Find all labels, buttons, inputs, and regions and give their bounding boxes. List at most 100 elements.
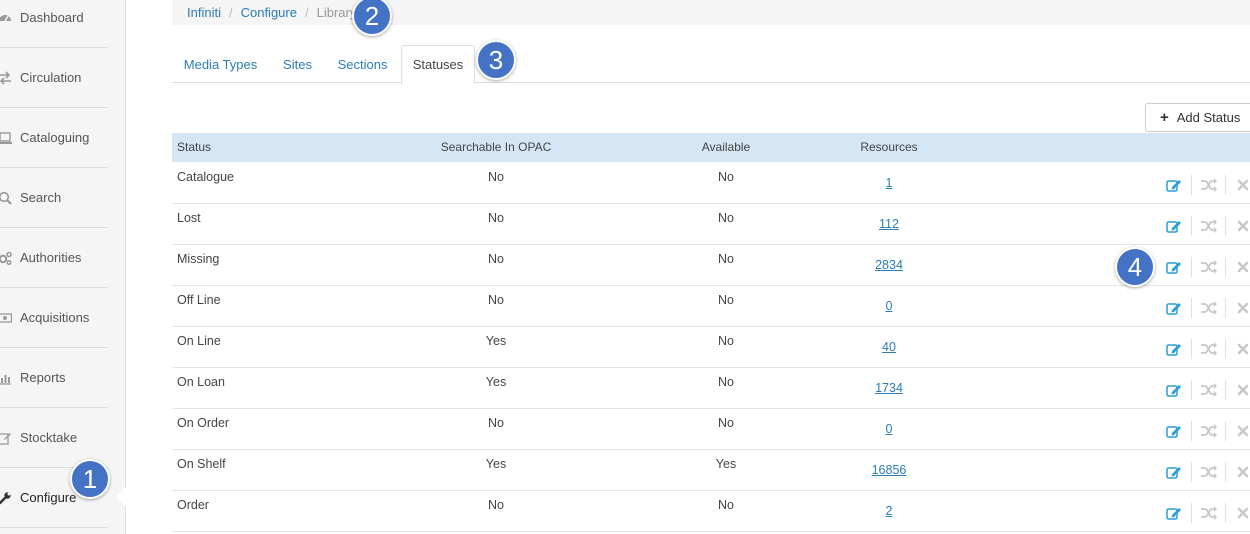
sidebar-item-acquisitions[interactable]: Acquisitions <box>0 288 108 348</box>
delete-icon[interactable] <box>1225 462 1250 482</box>
status-cell: On Shelf <box>177 457 226 471</box>
tab-sites[interactable]: Sites <box>269 45 326 83</box>
add-status-label: Add Status <box>1176 110 1241 125</box>
table-row: Catalogue No No 1 <box>172 163 1250 204</box>
exchange-icon <box>0 70 13 86</box>
edit-icon[interactable] <box>1157 216 1191 236</box>
resources-link[interactable]: 2834 <box>859 258 919 272</box>
edit-icon[interactable] <box>1157 503 1191 523</box>
edit-icon[interactable] <box>1157 298 1191 318</box>
row-actions <box>1157 257 1250 277</box>
edit-icon <box>0 430 13 446</box>
edit-icon[interactable] <box>1157 175 1191 195</box>
shuffle-icon[interactable] <box>1191 216 1225 236</box>
shuffle-icon[interactable] <box>1191 421 1225 441</box>
row-actions <box>1157 298 1250 318</box>
searchable-cell: No <box>488 211 504 225</box>
shuffle-icon[interactable] <box>1191 462 1225 482</box>
available-cell: No <box>718 375 734 389</box>
status-cell: Catalogue <box>177 170 234 184</box>
delete-icon[interactable] <box>1225 175 1250 195</box>
delete-icon[interactable] <box>1225 257 1250 277</box>
row-actions <box>1157 421 1250 441</box>
delete-icon[interactable] <box>1225 380 1250 400</box>
delete-icon[interactable] <box>1225 216 1250 236</box>
breadcrumb-separator: / <box>228 5 233 20</box>
callout-badge-3: 3 <box>476 40 516 80</box>
tab-media-types[interactable]: Media Types <box>172 45 269 83</box>
sidebar-item-reports[interactable]: Reports <box>0 348 108 408</box>
shuffle-icon[interactable] <box>1191 257 1225 277</box>
status-cell: On Order <box>177 416 230 430</box>
searchable-cell: No <box>488 170 504 184</box>
resources-link[interactable]: 0 <box>859 299 919 313</box>
resources-link[interactable]: 1734 <box>859 381 919 395</box>
sidebar-item-search[interactable]: Search <box>0 168 108 228</box>
wrench-icon <box>0 490 13 506</box>
bar-chart-icon <box>0 370 13 386</box>
searchable-cell: No <box>488 498 504 512</box>
table-row: On Shelf Yes Yes 16856 <box>172 450 1250 491</box>
status-cell: Missing <box>177 252 220 266</box>
row-actions <box>1157 380 1250 400</box>
breadcrumb-link-infiniti[interactable]: Infiniti <box>187 5 221 20</box>
shuffle-icon[interactable] <box>1191 175 1225 195</box>
plus-icon: + <box>1160 109 1169 126</box>
callout-badge-2: 2 <box>352 0 392 36</box>
status-cell: Lost <box>177 211 201 225</box>
delete-icon[interactable] <box>1225 503 1250 523</box>
column-header-searchable: Searchable In OPAC <box>440 140 552 154</box>
searchable-cell: Yes <box>485 334 507 348</box>
row-actions <box>1157 339 1250 359</box>
add-status-button[interactable]: + Add Status <box>1145 103 1250 132</box>
edit-icon[interactable] <box>1157 257 1191 277</box>
resources-link[interactable]: 1 <box>859 176 919 190</box>
delete-icon[interactable] <box>1225 339 1250 359</box>
sidebar-item-label: Acquisitions <box>20 310 90 325</box>
tab-sections[interactable]: Sections <box>326 45 399 83</box>
row-actions <box>1157 462 1250 482</box>
available-cell: No <box>718 211 734 225</box>
breadcrumb: Infiniti / Configure / Library <box>172 0 1250 25</box>
available-cell: No <box>718 416 734 430</box>
available-cell: No <box>718 334 734 348</box>
sidebar-item-authorities[interactable]: Authorities <box>0 228 108 288</box>
edit-icon[interactable] <box>1157 339 1191 359</box>
available-cell: No <box>718 498 734 512</box>
sidebar-item-dashboard[interactable]: Dashboard <box>0 0 108 48</box>
resources-link[interactable]: 40 <box>859 340 919 354</box>
searchable-cell: Yes <box>485 457 507 471</box>
row-actions <box>1157 175 1250 195</box>
edit-icon[interactable] <box>1157 380 1191 400</box>
resources-link[interactable]: 16856 <box>859 463 919 477</box>
delete-icon[interactable] <box>1225 298 1250 318</box>
tab-bar: Media Types Sites Sections Statuses <box>172 45 1250 84</box>
tab-statuses[interactable]: Statuses <box>401 45 475 84</box>
sidebar-item-label: Stocktake <box>20 430 78 445</box>
available-cell: No <box>718 170 734 184</box>
shuffle-icon[interactable] <box>1191 503 1225 523</box>
shuffle-icon[interactable] <box>1191 298 1225 318</box>
shuffle-icon[interactable] <box>1191 339 1225 359</box>
search-icon <box>0 190 13 206</box>
callout-badge-4: 4 <box>1115 247 1155 287</box>
delete-icon[interactable] <box>1225 421 1250 441</box>
resources-link[interactable]: 0 <box>859 422 919 436</box>
available-cell: Yes <box>715 457 737 471</box>
shuffle-icon[interactable] <box>1191 380 1225 400</box>
sidebar: Dashboard Circulation Cataloguing Search… <box>0 0 127 534</box>
available-cell: No <box>718 252 734 266</box>
sidebar-item-label: Dashboard <box>20 10 84 25</box>
sidebar-item-circulation[interactable]: Circulation <box>0 48 108 108</box>
sidebar-item-label: Search <box>20 190 62 205</box>
table-row: Off Line No No 0 <box>172 286 1250 327</box>
sidebar-item-cataloguing[interactable]: Cataloguing <box>0 108 108 168</box>
resources-link[interactable]: 2 <box>859 504 919 518</box>
edit-icon[interactable] <box>1157 421 1191 441</box>
money-icon <box>0 310 13 326</box>
active-indicator <box>116 486 127 508</box>
breadcrumb-link-configure[interactable]: Configure <box>241 5 297 20</box>
row-actions <box>1157 503 1250 523</box>
resources-link[interactable]: 112 <box>859 217 919 231</box>
edit-icon[interactable] <box>1157 462 1191 482</box>
